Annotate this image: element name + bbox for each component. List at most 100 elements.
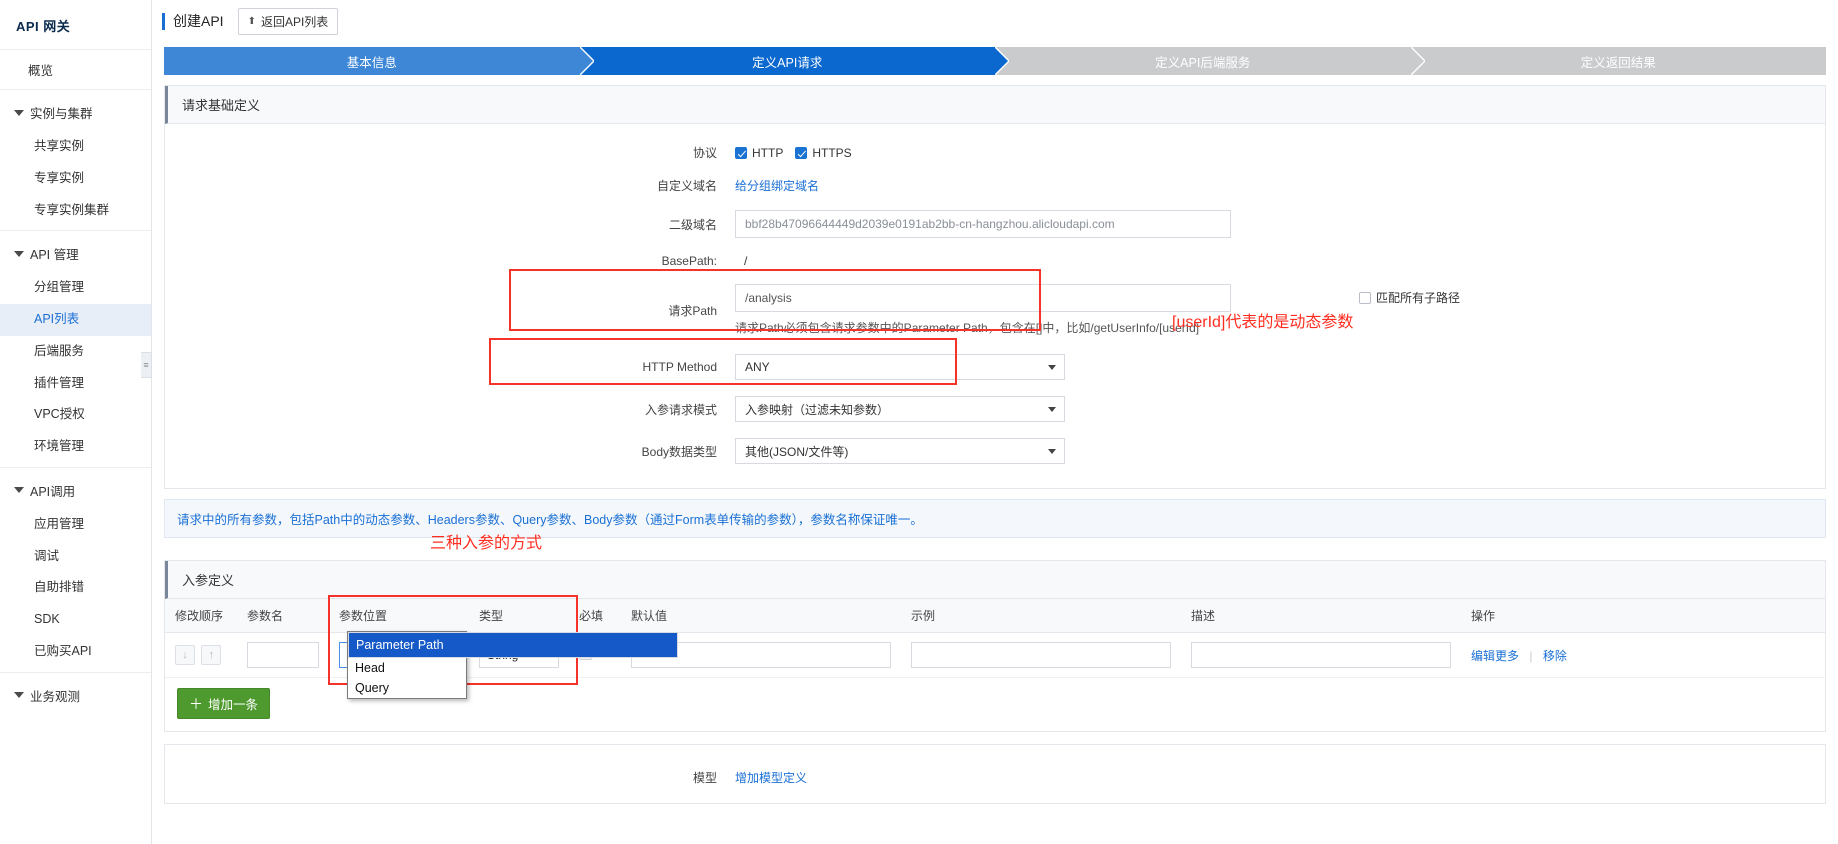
model-panel: 模型 增加模型定义: [164, 744, 1826, 804]
step-arrow-icon: [579, 47, 594, 75]
back-button-label: 返回API列表: [260, 15, 329, 29]
sidebar-group-header-api-invoke[interactable]: API调用: [0, 472, 151, 509]
sidebar-group-label: 实例与集群: [30, 107, 93, 121]
wizard-steps: 基本信息 定义API请求 定义API后端服务 定义返回结果: [164, 47, 1826, 75]
sidebar-item-debug[interactable]: 调试: [0, 541, 151, 573]
sidebar-item-self-troubleshoot[interactable]: 自助排错: [0, 572, 151, 604]
request-base-panel-title: 请求基础定义: [165, 86, 1825, 124]
dropdown-option-head[interactable]: Head: [348, 658, 466, 678]
add-model-definition-link[interactable]: 增加模型定义: [735, 769, 807, 786]
step-basic-info[interactable]: 基本信息: [164, 47, 594, 75]
sidebar-group-instances: 实例与集群 共享实例 专享实例 专享实例集群: [0, 90, 151, 230]
protocol-http-label: HTTP: [752, 145, 784, 160]
sidebar-item-backend-service[interactable]: 后端服务: [0, 336, 151, 368]
cell-example: [901, 632, 1181, 678]
request-path-hint: 请求Path必须包含请求参数中的Parameter Path，包含在[]中，比如…: [735, 321, 1200, 335]
request-path-input[interactable]: [735, 284, 1231, 312]
col-position: 参数位置: [329, 599, 469, 633]
chevron-down-icon: [14, 250, 24, 257]
sidebar-item-app-management[interactable]: 应用管理: [0, 509, 151, 541]
sidebar-collapse-handle-icon[interactable]: ≡: [141, 352, 152, 378]
param-description-input[interactable]: [1191, 642, 1451, 668]
col-name: 参数名: [237, 599, 329, 633]
request-base-panel-body: 协议 HTTP HTTPS 自定义域名 给分组绑定域名 二级域名 bbf28b4…: [165, 124, 1825, 488]
param-mode-value: 入参映射（过滤未知参数）: [745, 402, 890, 417]
body-type-select[interactable]: 其他(JSON/文件等): [735, 438, 1065, 464]
cell-order: ↓ ↑: [165, 632, 237, 678]
body-type-value: 其他(JSON/文件等): [745, 444, 849, 459]
sidebar-group-header-business-observation[interactable]: 业务观测: [0, 677, 151, 714]
checkbox-unchecked-icon: [1359, 291, 1371, 304]
move-down-icon[interactable]: ↓: [175, 645, 195, 665]
protocol-https-checkbox[interactable]: HTTPS: [795, 146, 852, 160]
step-label: 定义返回结果: [1580, 55, 1656, 70]
http-method-label: HTTP Method: [642, 360, 717, 374]
add-param-label: 增加一条: [208, 698, 259, 712]
basepath-label: BasePath:: [661, 254, 717, 268]
col-description: 描述: [1181, 599, 1461, 633]
sidebar-item-environment-management[interactable]: 环境管理: [0, 431, 151, 463]
main-content: 创建API ⬆ 返回API列表 基本信息 定义API请求 定义API后端服务 定: [152, 0, 1838, 844]
col-default: 默认值: [621, 599, 901, 633]
sidebar-item-overview[interactable]: 概览: [0, 50, 151, 89]
cell-name: [237, 632, 329, 678]
params-notice: 请求中的所有参数，包括Path中的动态参数、Headers参数、Query参数、…: [164, 499, 1826, 538]
col-order: 修改顺序: [165, 599, 237, 633]
sidebar-group-label: API调用: [30, 484, 76, 499]
http-method-select[interactable]: ANY: [735, 354, 1065, 380]
sidebar-item-shared-instance[interactable]: 共享实例: [0, 131, 151, 163]
protocol-label: 协议: [692, 146, 717, 160]
add-param-button[interactable]: ＋ 增加一条: [177, 688, 271, 719]
request-path-label: 请求Path: [668, 303, 717, 318]
annotation-text-dynamic-param: [userId]代表的是动态参数: [1172, 314, 1354, 331]
param-name-input[interactable]: [247, 642, 319, 668]
edit-more-link[interactable]: 编辑更多: [1471, 649, 1519, 663]
sidebar-item-dedicated-instance[interactable]: 专享实例: [0, 163, 151, 195]
cell-actions: 编辑更多 | 移除: [1461, 632, 1825, 678]
sidebar-item-dedicated-cluster[interactable]: 专享实例集群: [0, 195, 151, 227]
sidebar-group-header-api-management[interactable]: API 管理: [0, 235, 151, 272]
protocol-http-checkbox[interactable]: HTTP: [735, 146, 783, 160]
dropdown-option-parameter-path[interactable]: Parameter Path: [348, 632, 678, 658]
cell-description: [1181, 632, 1461, 678]
sidebar-item-vpc-auth[interactable]: VPC授权: [0, 399, 151, 431]
step-label: 基本信息: [346, 55, 397, 70]
sidebar-item-sdk[interactable]: SDK: [0, 604, 151, 636]
param-position-dropdown[interactable]: Parameter Path Head Query: [347, 631, 678, 699]
remove-link[interactable]: 移除: [1543, 649, 1567, 663]
sidebar-group-business-observation: 业务观测: [0, 671, 151, 718]
sidebar-group-label: API 管理: [30, 248, 79, 263]
action-separator: |: [1529, 648, 1533, 663]
sidebar-group-header-instances[interactable]: 实例与集群: [0, 94, 151, 131]
move-up-icon[interactable]: ↑: [201, 645, 222, 665]
model-label: 模型: [692, 771, 717, 785]
param-mode-select[interactable]: 入参映射（过滤未知参数）: [735, 396, 1065, 422]
chevron-down-icon: [1048, 407, 1056, 412]
step-arrow-icon: [1410, 47, 1425, 75]
upload-arrow-icon: ⬆: [247, 16, 256, 27]
field-param-mode: 入参请求模式 入参映射（过滤未知参数）: [165, 396, 1825, 422]
back-to-api-list-button[interactable]: ⬆ 返回API列表: [237, 8, 339, 35]
param-mode-label: 入参请求模式: [644, 402, 717, 417]
param-example-input[interactable]: [911, 642, 1171, 668]
sidebar-item-group-management[interactable]: 分组管理: [0, 272, 151, 304]
field-second-domain: 二级域名 bbf28b47096644449d2039e0191ab2bb-cn…: [165, 210, 1825, 238]
dropdown-option-query[interactable]: Query: [348, 678, 466, 698]
step-label: 定义API后端服务: [1155, 55, 1251, 70]
sidebar-item-api-list[interactable]: API列表: [0, 304, 151, 336]
custom-domain-label: 自定义域名: [656, 179, 717, 193]
match-all-subpath-label: 匹配所有子路径: [1376, 291, 1461, 305]
step-define-api-request[interactable]: 定义API请求: [579, 47, 1009, 75]
checkbox-checked-icon: [735, 146, 747, 159]
sidebar-item-purchased-api[interactable]: 已购买API: [0, 636, 151, 668]
col-type: 类型: [469, 599, 569, 633]
match-all-subpath-checkbox[interactable]: 匹配所有子路径: [1359, 289, 1460, 306]
field-basepath: BasePath: /: [165, 254, 1825, 268]
table-header-row: 修改顺序 参数名 参数位置 类型 必填 默认值 示例 描述 操作: [165, 599, 1825, 633]
step-define-backend-service[interactable]: 定义API后端服务: [995, 47, 1425, 75]
checkbox-checked-icon: [795, 146, 808, 159]
bind-domain-link[interactable]: 给分组绑定域名: [735, 177, 819, 194]
page-title: 创建API: [162, 13, 224, 30]
sidebar-item-plugin-management[interactable]: 插件管理: [0, 368, 151, 400]
step-define-response[interactable]: 定义返回结果: [1410, 47, 1826, 75]
